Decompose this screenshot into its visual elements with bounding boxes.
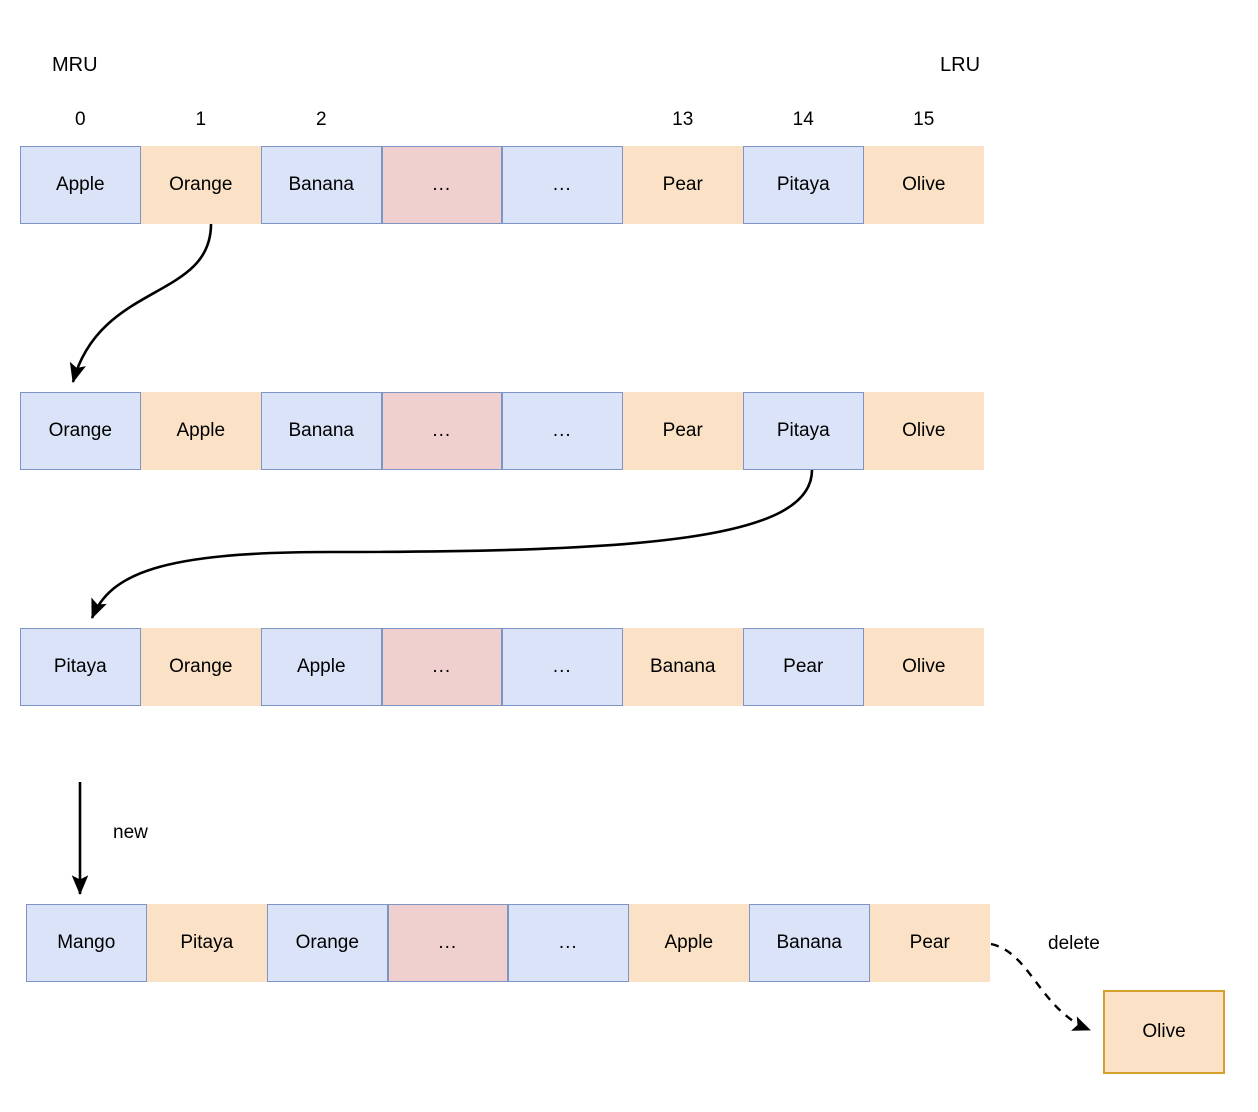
cache-cell: Olive [863,628,984,706]
new-edge-label: new [113,822,148,843]
index-label-1: 1 [195,109,207,130]
cache-cell: Pear [622,146,743,224]
cache-array-row-4: Mango Pitaya Orange...... Apple Banana Pear [26,904,990,982]
evicted-item-box: Olive [1103,990,1225,1074]
index-label-0: 0 [74,109,86,130]
cache-cell: Olive [863,146,984,224]
cache-cell: ... [508,904,629,982]
index-label-6: 14 [792,109,814,130]
cache-cell: Orange [267,904,388,982]
cache-cell: Apple [140,392,261,470]
cache-cell: Banana [261,146,382,224]
cache-cell: Apple [261,628,382,706]
cache-cell: Pitaya [20,628,141,706]
lru-label: LRU [940,54,981,76]
delete-edge-label: delete [1048,933,1100,954]
cache-cell: Pear [622,392,743,470]
cache-cell: ... [381,392,502,470]
arrow-pitaya-to-front [90,469,814,619]
diagram-canvas: MRU LRU 0 1 2 13 14 15 Apple Orange Banana.....… [0,0,1258,1112]
cache-cell: Olive [863,392,984,470]
cache-cell: Apple [628,904,749,982]
cache-cell: Orange [140,146,261,224]
cache-cell: ... [502,392,623,470]
index-label-7: 15 [913,109,935,130]
index-number-row: 0 1 2 13 14 15 [20,108,984,132]
cache-cell: Pear [743,628,864,706]
cache-cell: Apple [20,146,141,224]
cache-cell: Banana [261,392,382,470]
cache-cell: Pitaya [146,904,267,982]
cache-cell: Pitaya [743,146,864,224]
cache-cell: Orange [20,392,141,470]
mru-label: MRU [52,54,98,76]
cache-cell: Orange [140,628,261,706]
cache-array-row-3: Pitaya Orange Apple...... Banana Pear Olive [20,628,984,706]
cache-array-row-2: Orange Apple Banana...... Pear Pitaya Olive [20,392,984,470]
arrow-orange-to-front [69,223,213,384]
cache-array-row-1: Apple Orange Banana...... Pear Pitaya Olive [20,146,984,224]
cache-cell: Mango [26,904,147,982]
cache-cell: ... [502,628,623,706]
cache-cell: ... [502,146,623,224]
cache-cell: Pitaya [743,392,864,470]
arrow-delete-dashed [990,942,1091,1032]
cache-cell: Banana [622,628,743,706]
cache-cell: Banana [749,904,870,982]
cache-cell: Pear [869,904,990,982]
cache-cell: ... [381,628,502,706]
cache-cell: ... [387,904,508,982]
cache-cell: ... [381,146,502,224]
index-label-5: 13 [672,109,694,130]
index-label-2: 2 [315,109,327,130]
